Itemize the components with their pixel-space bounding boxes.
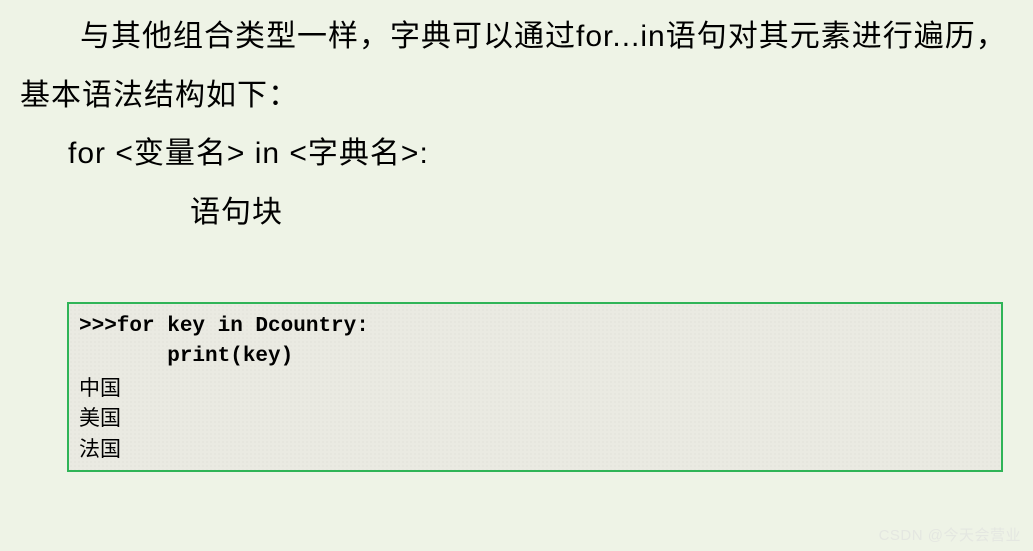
- code-output-2: 美国: [79, 403, 991, 433]
- code-output-1: 中国: [79, 373, 991, 403]
- code-output-3: 法国: [79, 434, 991, 464]
- watermark-text: CSDN @今天会营业: [879, 524, 1021, 545]
- code-line-1: >>>for key in Dcountry:: [79, 312, 991, 342]
- intro-paragraph: 与其他组合类型一样，字典可以通过for...in语句对其元素进行遍历，基本语法结…: [20, 8, 1013, 125]
- syntax-body-line: 语句块: [20, 184, 1013, 243]
- code-line-2: print(key): [79, 342, 991, 372]
- syntax-for-line: for <变量名> in <字典名>:: [20, 125, 1013, 184]
- code-example-box: >>>for key in Dcountry: print(key) 中国 美国…: [67, 302, 1003, 472]
